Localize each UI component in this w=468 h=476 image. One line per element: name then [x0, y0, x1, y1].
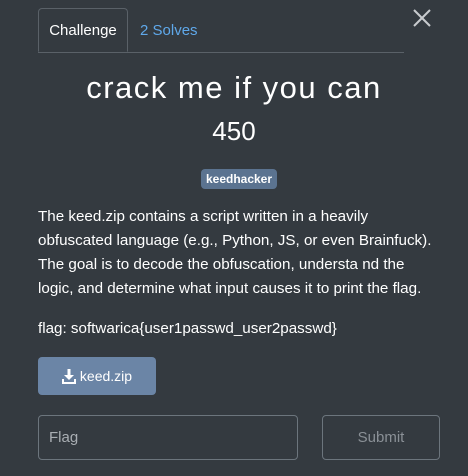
close-button[interactable] [412, 8, 432, 28]
close-icon [413, 9, 431, 27]
tab-challenge[interactable]: Challenge [38, 8, 128, 52]
download-file-label: keed.zip [79, 368, 133, 384]
tab-solves-label: 2 Solves [140, 21, 198, 39]
flag-format-text: flag: softwarica{user1passwd_user2passwd… [38, 320, 337, 337]
flag-input[interactable] [38, 415, 298, 460]
download-file-button[interactable]: keed.zip [38, 357, 156, 395]
submit-button[interactable]: Submit [322, 415, 440, 460]
tab-challenge-label: Challenge [49, 21, 117, 39]
challenge-description: The keed.zip contains a script written i… [38, 208, 432, 297]
challenge-title: crack me if you can [86, 70, 382, 105]
download-icon [61, 368, 76, 384]
challenge-tag-badge: keedhacker [201, 169, 277, 189]
tab-solves[interactable]: 2 Solves [140, 8, 198, 52]
challenge-points: 450 [212, 116, 256, 146]
challenge-tabs: Challenge 2 Solves [38, 8, 404, 53]
